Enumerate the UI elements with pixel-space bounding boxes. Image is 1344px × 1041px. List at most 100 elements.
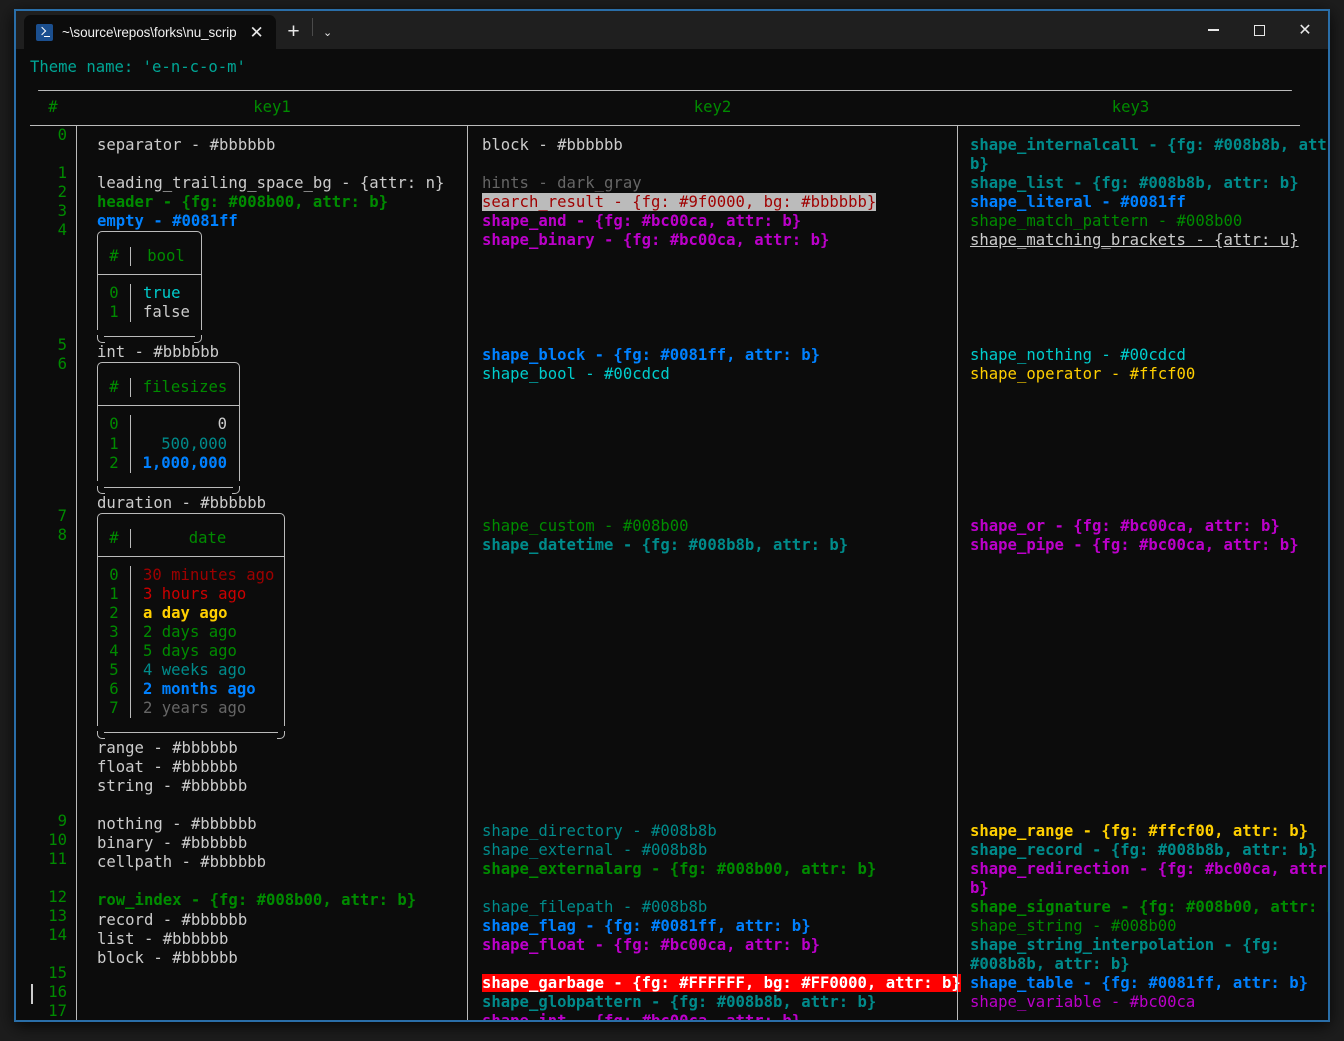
theme-entry: shape_externalarg - {fg: #008b00, attr: …	[482, 859, 877, 878]
inner-row-value: 2 years ago	[143, 699, 247, 718]
theme-entry: shape_or - {fg: #bc00ca, attr: b}	[970, 516, 1280, 535]
tab-strip: ~\source\repos\forks\nu_scrip ✕ + ⌄	[16, 11, 343, 49]
key3-line: shape_nothing - #00cdcd	[958, 346, 1303, 365]
key2-line	[468, 879, 957, 898]
inner-header-label: filesizes	[142, 378, 228, 397]
key2-line: shape_and - {fg: #bc00ca, attr: b}	[468, 212, 957, 231]
key2-line: shape_bool - #00cdcd	[468, 365, 957, 384]
key3-line: shape_string - #008b00	[958, 917, 1303, 936]
theme-entry: shape_block - {fg: #0081ff, attr: b}	[482, 345, 820, 364]
theme-entry: shape_list - {fg: #008b8b, attr: b}	[970, 174, 1299, 193]
key3-line: shape_signature - {fg: #008b00, attr: b}	[958, 898, 1328, 917]
minimize-button[interactable]	[1190, 11, 1236, 49]
key2-line: block - #bbbbbb	[468, 136, 957, 155]
close-window-button[interactable]: ✕	[1282, 11, 1328, 49]
table-header-row: # key1 key2 key3	[30, 91, 1300, 125]
inner-row-index: 3	[109, 622, 119, 641]
new-tab-button[interactable]: +	[276, 15, 312, 49]
inner-table-row: 0 30 minutes ago	[98, 565, 284, 585]
key3-line	[958, 460, 1303, 479]
inner-table-row: 2 a day ago	[98, 603, 284, 623]
key2-line	[468, 384, 957, 403]
theme-entry: shape_record - {fg: #008b8b, attr: b}	[970, 840, 1318, 859]
key2-line	[468, 574, 957, 593]
tab-active[interactable]: ~\source\repos\forks\nu_scrip ✕	[24, 15, 276, 49]
theme-entry: shape_garbage - {fg: #FFFFFF, bg: #FF000…	[482, 974, 961, 993]
theme-entry: shape_int - {fg: #bc00ca, attr: b}	[482, 1012, 801, 1020]
inner-header-index: #	[109, 378, 119, 397]
key2-line	[468, 460, 957, 479]
theme-entry: separator - #bbbbbb	[97, 136, 276, 154]
row-index: 14	[48, 926, 67, 945]
key2-line	[468, 403, 957, 422]
key1-line: int - #bbbbbb	[77, 343, 467, 362]
key3-line	[958, 707, 1303, 726]
theme-entry: shape_custom - #008b00	[482, 516, 689, 535]
header-key3: key3	[1111, 98, 1150, 117]
inner-header-label: date	[188, 528, 227, 547]
key2-line: shape_directory - #008b8b	[468, 822, 957, 841]
inner-table-row: 1 500,000	[98, 434, 239, 454]
inner-table-body: # bool 0 true 1 false	[97, 238, 202, 331]
inner-table-rows: 0 30 minutes ago 1 3 hours ago 2 a day ago 3 2 …	[98, 557, 284, 726]
inner-table-body: # date 0 30 minutes ago 1 3 hours ago 2 a day a…	[97, 519, 285, 727]
theme-entry: block - #bbbbbb	[482, 136, 623, 154]
key1-line: nothing - #bbbbbb	[77, 815, 467, 834]
inner-row-index: 0	[109, 565, 119, 584]
inner-table-header-row: # bool	[98, 238, 201, 274]
theme-entry: b}	[970, 155, 989, 174]
close-tab-icon[interactable]: ✕	[246, 24, 268, 41]
theme-entry: int - #bbbbbb	[97, 343, 220, 362]
key2-line	[468, 612, 957, 631]
key2-line: hints - dark_gray	[468, 174, 957, 193]
inner-table-header-row: # date	[98, 520, 284, 556]
key3-line	[958, 498, 1303, 517]
key3-line	[958, 422, 1303, 441]
theme-entry: shape_internalcall - {fg: #008b8b, attr:	[970, 136, 1328, 154]
theme-entry: row_index - {fg: #008b00, attr: b}	[97, 891, 417, 910]
terminal-content[interactable]: Theme name: 'e-n-c-o-m' # key1 key2 key3…	[16, 49, 1328, 1020]
inner-table-bottom-border	[97, 731, 285, 740]
key3-line: shape_string_interpolation - {fg:	[958, 936, 1303, 955]
key2-line: shape_binary - {fg: #bc00ca, attr: b}	[468, 231, 957, 250]
key3-line	[958, 441, 1303, 460]
theme-entry: shape_external - #008b8b	[482, 840, 708, 859]
table-corner-top-left	[30, 90, 38, 98]
filesizes-table: # filesizes 0 0 1 500,000 2 1,000,000	[97, 362, 240, 494]
key2-line	[468, 288, 957, 307]
theme-entry: shape_operator - #ffcf00	[970, 364, 1196, 383]
key2-line: shape_datetime - {fg: #008b8b, attr: b}	[468, 536, 957, 555]
key2-line	[468, 669, 957, 688]
inner-table-row: 3 2 days ago	[98, 622, 284, 642]
inner-table-row: 1 false	[98, 303, 201, 323]
inner-row-index: 7	[109, 699, 119, 718]
key3-line	[958, 803, 1303, 822]
key1-line	[77, 796, 467, 815]
inner-table-row: 0 true	[98, 284, 201, 304]
key2-line: shape_globpattern - {fg: #008b8b, attr: …	[468, 993, 957, 1012]
key2-line: shape_flag - {fg: #0081ff, attr: b}	[468, 917, 957, 936]
key3-line: shape_or - {fg: #bc00ca, attr: b}	[958, 517, 1303, 536]
key1-line: empty - #0081ff	[77, 212, 467, 231]
maximize-button[interactable]	[1236, 11, 1282, 49]
text-cursor	[31, 984, 33, 1004]
key1-line: separator - #bbbbbb	[77, 136, 467, 155]
key3-line	[958, 326, 1303, 345]
key3-line	[958, 669, 1303, 688]
key3-line	[958, 1012, 1303, 1020]
key3-line: shape_variable - #bc00ca	[958, 993, 1303, 1012]
key3-line	[958, 384, 1303, 403]
inner-table-header-row: # filesizes	[98, 369, 239, 405]
key2-line: shape_block - {fg: #0081ff, attr: b}	[468, 346, 957, 365]
key3-line: shape_range - {fg: #ffcf00, attr: b}	[958, 822, 1308, 841]
inner-row-index: 1	[109, 303, 119, 322]
key3-line	[958, 555, 1303, 574]
inner-header-index: #	[109, 247, 119, 266]
inner-row-value: 1,000,000	[142, 453, 228, 472]
inner-row-index: 2	[109, 453, 119, 472]
chevron-down-icon[interactable]: ⌄	[313, 15, 343, 49]
key2-line	[468, 498, 957, 517]
key2-line	[468, 479, 957, 498]
key2-line	[468, 784, 957, 803]
theme-entry: shape_globpattern - {fg: #008b8b, attr: …	[482, 993, 877, 1012]
